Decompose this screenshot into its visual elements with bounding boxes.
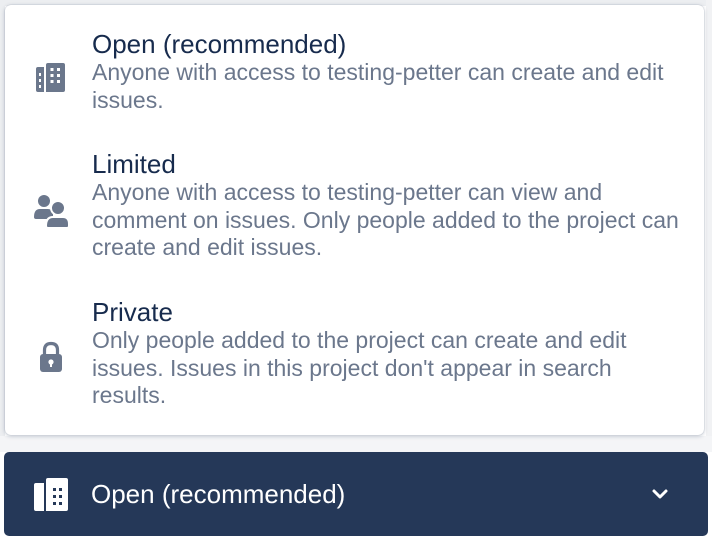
- permission-select-trigger[interactable]: Open (recommended): [4, 452, 708, 536]
- permission-dropdown-menu: Open (recommended) Anyone with access to…: [5, 5, 704, 435]
- option-description: Only people added to the project can cre…: [92, 327, 627, 409]
- chevron-down-icon[interactable]: [650, 484, 670, 504]
- option-description: Anyone with access to testing-petter can…: [92, 59, 664, 113]
- lock-icon: [31, 337, 71, 377]
- option-description: Anyone with access to testing-petter can…: [92, 179, 679, 261]
- building-icon: [31, 57, 71, 97]
- option-title: Open (recommended): [92, 29, 347, 59]
- building-icon: [32, 474, 74, 514]
- backdrop-gap: [0, 436, 712, 452]
- option-title: Private: [92, 297, 173, 327]
- option-title: Limited: [92, 149, 176, 179]
- people-icon: [31, 191, 71, 231]
- backdrop-edge: [706, 0, 712, 440]
- selected-value-label: Open (recommended): [91, 479, 346, 509]
